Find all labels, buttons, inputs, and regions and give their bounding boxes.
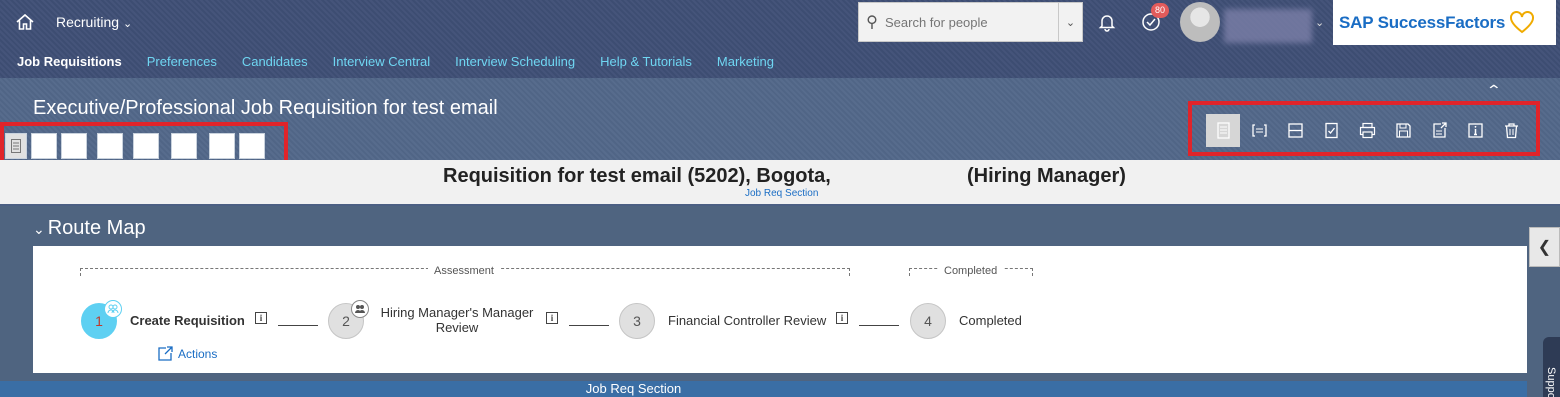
people-search[interactable]: ⚲ ⌄ xyxy=(858,2,1083,42)
page-icon xyxy=(1216,122,1230,139)
page-view-button[interactable] xyxy=(1206,114,1240,147)
section-tab[interactable] xyxy=(61,133,87,159)
side-panel-toggle[interactable]: ❮ xyxy=(1529,227,1560,267)
export-icon xyxy=(1432,122,1447,138)
nav-preferences[interactable]: Preferences xyxy=(147,54,217,74)
requisition-summary-bar: Requisition for test email (5202), Bogot… xyxy=(0,160,1560,206)
checklist-icon xyxy=(1324,122,1338,139)
collapse-section-icon xyxy=(1287,123,1303,138)
nav-marketing[interactable]: Marketing xyxy=(717,54,774,74)
step-2-label: Hiring Manager's Manager Review xyxy=(380,305,534,335)
job-req-section-label: Job Req Section xyxy=(585,381,682,396)
brand-name: SAP SuccessFactors xyxy=(1339,12,1506,32)
search-icon: ⚲ xyxy=(866,14,878,31)
actions-label: Actions xyxy=(178,347,218,361)
section-tab[interactable] xyxy=(133,133,159,159)
section-tab-overview[interactable] xyxy=(5,133,27,159)
section-tab[interactable] xyxy=(239,133,265,159)
avatar[interactable] xyxy=(1180,2,1220,42)
brand-logo: SAP SuccessFactors xyxy=(1333,0,1556,45)
info-icon xyxy=(1467,123,1483,138)
step-connector xyxy=(859,325,899,326)
requisition-role: (Hiring Manager) xyxy=(967,165,1126,187)
section-tab[interactable] xyxy=(171,133,197,159)
save-icon xyxy=(1395,123,1411,138)
collapse-all-button[interactable] xyxy=(1278,114,1312,147)
info-icon[interactable]: i xyxy=(255,312,267,324)
nav-job-requisitions[interactable]: Job Requisitions xyxy=(17,54,122,74)
bell-icon[interactable] xyxy=(1097,12,1117,32)
nav-help-tutorials[interactable]: Help & Tutorials xyxy=(600,54,692,74)
heart-icon xyxy=(1510,10,1535,33)
expand-all-button[interactable] xyxy=(1242,114,1276,147)
completed-group-label: Completed xyxy=(938,265,1004,277)
nav-interview-scheduling[interactable]: Interview Scheduling xyxy=(455,54,575,74)
requisition-toolbar xyxy=(1206,114,1530,147)
job-req-section-link[interactable]: Job Req Section xyxy=(745,188,818,199)
step-connector xyxy=(278,325,318,326)
user-name-redacted xyxy=(1224,9,1312,43)
module-nav: Job Requisitions Preferences Candidates … xyxy=(0,54,799,74)
search-input[interactable] xyxy=(885,14,1050,30)
step-1-label: Create Requisition xyxy=(130,313,245,328)
collapse-header-icon[interactable]: ⌃ xyxy=(1486,82,1502,99)
section-tab[interactable] xyxy=(97,133,123,159)
search-dropdown-icon[interactable]: ⌄ xyxy=(1058,3,1082,41)
assessment-group-label: Assessment xyxy=(428,265,500,277)
group-icon xyxy=(104,300,122,318)
trash-icon xyxy=(1504,123,1518,139)
route-map-toggle[interactable]: ⌄ Route Map xyxy=(33,217,146,240)
expand-brackets-icon xyxy=(1251,124,1267,137)
checklist-button[interactable] xyxy=(1314,114,1348,147)
info-button[interactable] xyxy=(1458,114,1492,147)
print-button[interactable] xyxy=(1350,114,1384,147)
chevron-down-icon: ⌄ xyxy=(33,221,45,237)
step-4-label: Completed xyxy=(959,313,1022,328)
step-connector xyxy=(569,325,609,326)
save-button[interactable] xyxy=(1386,114,1420,147)
requisition-summary: Requisition for test email (5202), Bogot… xyxy=(443,165,831,187)
export-button[interactable] xyxy=(1422,114,1456,147)
notification-badge: 80 xyxy=(1151,3,1169,18)
route-map-heading: Route Map xyxy=(47,217,146,239)
section-tab[interactable] xyxy=(31,133,57,159)
page-title: Executive/Professional Job Requisition f… xyxy=(33,97,498,119)
info-icon[interactable]: i xyxy=(546,312,558,324)
module-switcher[interactable]: Recruiting ⌄ xyxy=(56,14,132,30)
info-icon[interactable]: i xyxy=(836,312,848,324)
section-tab-strip xyxy=(5,133,269,160)
job-req-section-header[interactable]: Job Req Section xyxy=(0,381,1527,397)
print-icon xyxy=(1359,122,1375,139)
user-menu-chevron-icon[interactable]: ⌄ xyxy=(1315,16,1324,29)
home-icon[interactable] xyxy=(15,12,35,32)
chevron-left-icon: ❮ xyxy=(1537,239,1552,256)
support-tab[interactable]: Support xyxy=(1543,337,1560,397)
chevron-down-icon: ⌄ xyxy=(123,18,133,30)
group-icon xyxy=(351,300,369,318)
nav-interview-central[interactable]: Interview Central xyxy=(333,54,431,74)
actions-link[interactable]: Actions xyxy=(157,346,217,362)
delete-button[interactable] xyxy=(1494,114,1528,147)
module-label: Recruiting xyxy=(56,14,120,30)
section-tab[interactable] xyxy=(209,133,235,159)
step-4-circle[interactable]: 4 xyxy=(910,303,946,339)
route-map-card: Assessment Completed 1 Create Requisitio… xyxy=(33,246,1527,373)
nav-candidates[interactable]: Candidates xyxy=(242,54,308,74)
step-3-circle[interactable]: 3 xyxy=(619,303,655,339)
page-icon xyxy=(11,139,21,153)
support-label: Support xyxy=(1545,367,1557,397)
external-link-icon xyxy=(158,346,173,361)
step-3-label: Financial Controller Review xyxy=(668,313,827,328)
